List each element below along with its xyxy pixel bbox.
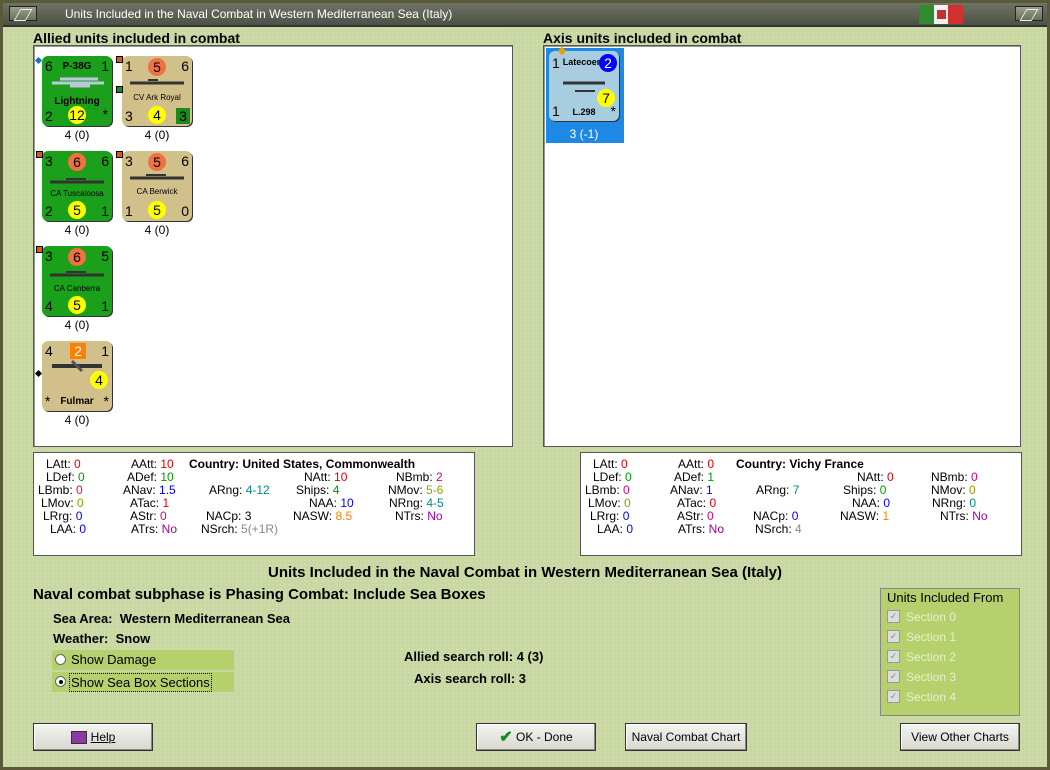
unit-strength: 4 (0)	[144, 128, 170, 142]
radio-icon[interactable]	[55, 654, 66, 665]
marker-icon	[34, 56, 43, 65]
marker-icon	[36, 246, 43, 253]
axis-search-roll: Axis search roll: 3	[414, 671, 527, 686]
minimize-button[interactable]	[9, 6, 37, 21]
window-title: Units Included in the Naval Combat in We…	[65, 7, 453, 21]
section-0-checkbox[interactable]: ✓ Section 0	[887, 610, 956, 624]
naval-combat-chart-button[interactable]: Naval Combat Chart	[625, 723, 747, 751]
axis-units-list[interactable]: 1 Latecoere 2 7 1 L.298 * 3 (-1)	[543, 45, 1021, 447]
unit-strength: 4 (0)	[64, 413, 90, 427]
unit-counter-canberra[interactable]: 3 6 5 CA Canberra 4 5 1	[42, 246, 112, 316]
ok-done-button[interactable]: ✔ OK - Done	[476, 723, 596, 751]
unit-strength: 4 (0)	[64, 223, 90, 237]
aircraft-icon	[52, 77, 104, 88]
marker-icon	[36, 151, 43, 158]
restore-button[interactable]	[1015, 6, 1043, 21]
marker-icon	[116, 86, 123, 93]
allied-panel-title: Allied units included in combat	[33, 30, 240, 46]
unit-counter-latecoere[interactable]: 1 Latecoere 2 7 1 L.298 *	[549, 51, 619, 121]
show-sea-box-radio[interactable]: Show Sea Box Sections	[52, 672, 234, 692]
axis-panel-title: Axis units included in combat	[543, 30, 742, 46]
view-other-charts-button[interactable]: View Other Charts	[900, 723, 1020, 751]
axis-stats-panel: LAtt: 0 LDef: 0 LBmb: 0 LMov: 0 LRrg: 0 …	[580, 452, 1022, 556]
allied-search-roll: Allied search roll: 4 (3)	[404, 649, 544, 664]
subphase-text: Naval combat subphase is Phasing Combat:…	[33, 586, 486, 603]
checkmark-icon: ✔	[499, 728, 513, 746]
section-4-checkbox[interactable]: ✓ Section 4	[887, 690, 956, 704]
sections-group: Units Included From ✓ Section 0 ✓ Section …	[880, 588, 1020, 716]
title-bar: Units Included in the Naval Combat in We…	[3, 3, 1047, 27]
combat-heading: Units Included in the Naval Combat in We…	[268, 564, 782, 581]
section-2-checkbox[interactable]: ✓ Section 2	[887, 650, 956, 664]
section-3-checkbox[interactable]: ✓ Section 3	[887, 670, 956, 684]
show-damage-radio[interactable]: Show Damage	[52, 650, 234, 670]
unit-counter-tuscaloosa[interactable]: 3 6 6 CA Tuscaloosa 2 5 1	[42, 151, 112, 221]
marker-icon	[116, 56, 123, 63]
ship-icon	[130, 174, 184, 180]
unit-counter-berwick[interactable]: 3 5 6 CA Berwick 1 5 0	[122, 151, 192, 221]
marker-icon	[116, 151, 123, 158]
unit-counter-p38g[interactable]: 6 P-38G 1 Lightning 2 12 *	[42, 56, 112, 126]
book-icon	[70, 731, 87, 745]
weather-row: Weather: Snow	[53, 631, 151, 646]
allied-units-list[interactable]: 6 P-38G 1 Lightning 2 12 * 4 (0) 1 5 6 C…	[33, 45, 513, 447]
unit-counter-fulmar[interactable]: 4 2 1 4 * Fulmar *	[42, 341, 112, 411]
unit-strength: 4 (0)	[144, 223, 170, 237]
unit-counter-ark-royal[interactable]: 1 5 6 CV Ark Royal 3 4 3	[122, 56, 192, 126]
italy-flag-icon	[919, 5, 964, 24]
unit-strength: 4 (0)	[64, 128, 90, 142]
section-1-checkbox[interactable]: ✓ Section 1	[887, 630, 956, 644]
ship-icon	[50, 178, 104, 184]
unit-strength: 3 (-1)	[569, 127, 599, 141]
unit-strength: 4 (0)	[64, 318, 90, 332]
allied-stats-panel: LAtt: 0 LDef: 0 LBmb: 0 LMov: 0 LRrg: 0 …	[33, 452, 475, 556]
help-button[interactable]: Help	[33, 723, 153, 751]
radio-selected-icon[interactable]	[55, 676, 66, 687]
combat-window: Units Included in the Naval Combat in We…	[0, 0, 1050, 770]
ship-icon	[130, 79, 184, 85]
sea-area-row: Sea Area: Western Mediterranean Sea	[53, 611, 291, 626]
ship-icon	[50, 271, 104, 277]
marker-icon	[34, 369, 43, 378]
sections-title: Units Included From	[887, 590, 1004, 605]
